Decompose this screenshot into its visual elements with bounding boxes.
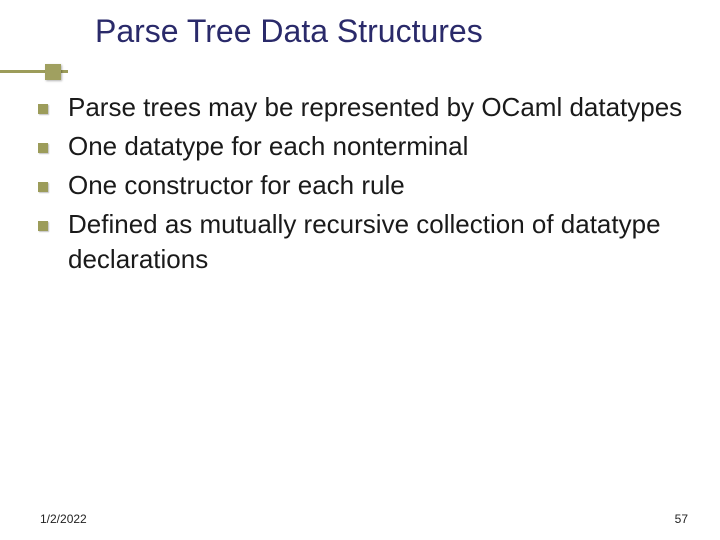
list-item: Parse trees may be represented by OCaml … xyxy=(38,90,690,125)
bullet-square-icon xyxy=(38,104,48,114)
footer-date: 1/2/2022 xyxy=(40,512,87,526)
bullet-text: One datatype for each nonterminal xyxy=(68,129,690,164)
content-area: Parse trees may be represented by OCaml … xyxy=(38,90,690,281)
footer: 1/2/2022 57 xyxy=(0,512,720,526)
title-square-icon xyxy=(45,64,61,80)
bullet-text: One constructor for each rule xyxy=(68,168,690,203)
title-area: Parse Tree Data Structures xyxy=(0,12,720,50)
list-item: One constructor for each rule xyxy=(38,168,690,203)
bullet-text: Defined as mutually recursive collection… xyxy=(68,207,690,277)
list-item: One datatype for each nonterminal xyxy=(38,129,690,164)
slide: Parse Tree Data Structures Parse trees m… xyxy=(0,0,720,540)
slide-title: Parse Tree Data Structures xyxy=(95,12,720,50)
bullet-square-icon xyxy=(38,182,48,192)
footer-page-number: 57 xyxy=(675,512,688,526)
list-item: Defined as mutually recursive collection… xyxy=(38,207,690,277)
bullet-text: Parse trees may be represented by OCaml … xyxy=(68,90,690,125)
bullet-square-icon xyxy=(38,143,48,153)
bullet-square-icon xyxy=(38,221,48,231)
